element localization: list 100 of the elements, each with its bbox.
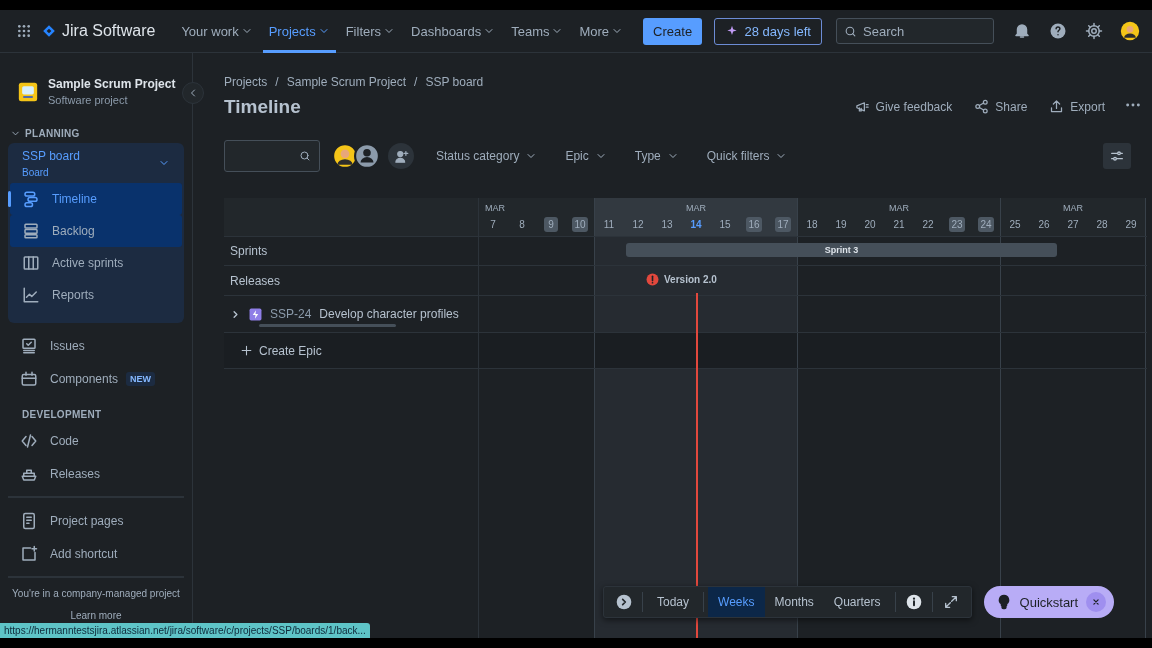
breadcrumb-link[interactable]: Sample Scrum Project — [286, 75, 407, 89]
create-button[interactable]: Create — [643, 17, 703, 45]
sidebar-item[interactable]: Project pages — [8, 504, 184, 537]
day-label: 23 — [949, 217, 965, 232]
board-type: Board — [22, 166, 50, 178]
line-chart-icon — [22, 286, 40, 304]
calendar-icon — [20, 369, 38, 388]
new-badge: NEW — [126, 371, 156, 386]
nav-menu[interactable]: Projects — [262, 9, 336, 53]
filter-dropdown[interactable]: Quick filters — [700, 145, 794, 167]
notification-bell-icon[interactable] — [1013, 22, 1031, 40]
breadcrumb-link[interactable]: SSP board — [425, 75, 484, 89]
row-label: Sprints — [230, 244, 268, 258]
trial-button[interactable]: 28 days left — [713, 17, 822, 45]
row-label: Releases — [230, 273, 281, 288]
today-button[interactable]: Today — [647, 587, 700, 617]
breadcrumb-separator: / — [414, 75, 418, 89]
project-name: Sample Scrum Project — [48, 77, 176, 91]
day-label: 15 — [718, 218, 732, 232]
zoom-tab[interactable]: Weeks — [708, 587, 765, 617]
close-button[interactable] — [1086, 592, 1107, 612]
nav-menu[interactable]: More — [573, 9, 630, 53]
stack-icon — [22, 222, 40, 240]
day-label: 28 — [1095, 218, 1109, 232]
filter-dropdown[interactable]: Epic — [559, 145, 613, 167]
issue-key[interactable]: SSP-24 — [270, 307, 312, 321]
zoom-tab[interactable]: Quarters — [823, 587, 891, 617]
code-icon — [20, 431, 38, 450]
diamond-logo-icon — [42, 24, 56, 38]
section-heading: DEVELOPMENT — [21, 409, 103, 420]
sidebar-item[interactable]: Issues — [8, 329, 184, 362]
nav-menu[interactable]: Filters — [339, 9, 402, 53]
product-name[interactable]: Jira Software — [62, 22, 156, 40]
link-url-tooltip: https://hermanntestsjira.atlassian.net/jira/software/c/projects/SSP/boards/1/back... — [0, 623, 370, 638]
day-label: 10 — [572, 217, 588, 232]
share-icon — [974, 99, 990, 114]
day-label: 21 — [892, 218, 906, 232]
day-label: 25 — [1008, 218, 1022, 232]
learn-more-link[interactable]: Learn more — [64, 609, 128, 622]
breadcrumb-link[interactable]: Projects — [224, 75, 268, 89]
sidebar-item[interactable]: Add shortcut — [8, 537, 184, 570]
sidebar-item[interactable]: Code — [8, 424, 184, 457]
filter-dropdown[interactable]: Status category — [430, 145, 544, 167]
header-action-button[interactable]: Export — [1041, 95, 1113, 118]
search-icon — [844, 25, 857, 38]
timeline-icon — [22, 190, 40, 208]
sidebar-item[interactable]: Active sprints — [10, 247, 182, 279]
default-avatar-icon[interactable] — [354, 143, 380, 169]
filter-search-field[interactable] — [224, 140, 320, 172]
user-avatar-icon[interactable] — [1120, 21, 1140, 41]
export-icon — [1049, 99, 1065, 114]
day-label: 16 — [746, 217, 762, 232]
board-name[interactable]: SSP board — [22, 148, 80, 163]
sidebar-item[interactable]: Backlog — [10, 215, 182, 247]
zoom-tab[interactable]: Months — [764, 587, 824, 617]
sidebar-item[interactable]: Reports — [10, 279, 182, 311]
day-label: 7 — [489, 218, 497, 232]
help-icon[interactable] — [1049, 22, 1067, 40]
filter-dropdown[interactable]: Type — [628, 145, 685, 167]
month-label: MAR — [485, 203, 505, 213]
header-action-button[interactable]: Give feedback — [846, 95, 961, 118]
day-label: 13 — [660, 218, 674, 232]
chevron-right-icon[interactable] — [230, 308, 241, 320]
settings-icon[interactable] — [1085, 22, 1103, 40]
info-icon — [905, 594, 922, 610]
sidebar-item[interactable]: Timeline — [10, 183, 182, 215]
columns-icon — [22, 254, 40, 272]
app-grid-icon[interactable] — [16, 23, 32, 39]
nav-menu[interactable]: Teams — [505, 9, 570, 53]
warning-icon — [646, 273, 659, 286]
day-label: 29 — [1124, 218, 1138, 232]
add-people-button[interactable] — [388, 143, 414, 169]
sprint-bar[interactable]: Sprint 3 — [626, 243, 1057, 257]
nav-menu[interactable]: Dashboards — [405, 9, 502, 53]
release-label[interactable]: Version 2.0 — [664, 274, 717, 285]
header-action-button[interactable]: Share — [966, 95, 1036, 118]
sidebar-item[interactable]: Releases — [8, 457, 184, 490]
expand-icon — [942, 594, 959, 610]
close-icon — [1091, 597, 1102, 607]
search-field[interactable]: Search — [836, 18, 994, 44]
monitor-check-icon — [20, 336, 38, 355]
day-label: 19 — [834, 218, 848, 232]
view-settings-button[interactable] — [1103, 143, 1131, 169]
plus-icon — [240, 344, 253, 357]
megaphone-icon — [854, 99, 870, 114]
breadcrumb-separator: / — [275, 75, 279, 89]
epic-lightning-icon — [249, 307, 262, 321]
project-avatar-icon — [18, 81, 38, 102]
quickstart-button[interactable]: Quickstart — [983, 586, 1115, 618]
day-label: 11 — [602, 218, 616, 232]
collapse-button[interactable] — [182, 82, 204, 104]
epic-summary[interactable]: Develop character profiles — [319, 307, 459, 321]
month-label: MAR — [686, 203, 706, 213]
day-label: 9 — [544, 217, 558, 232]
sidebar-item[interactable]: Components NEW — [8, 362, 184, 395]
day-label: 17 — [775, 217, 791, 232]
month-label: MAR — [1063, 203, 1083, 213]
day-label: 20 — [863, 218, 877, 232]
nav-menu[interactable]: Your work — [175, 9, 259, 53]
user-avatar-icon[interactable] — [332, 143, 358, 169]
